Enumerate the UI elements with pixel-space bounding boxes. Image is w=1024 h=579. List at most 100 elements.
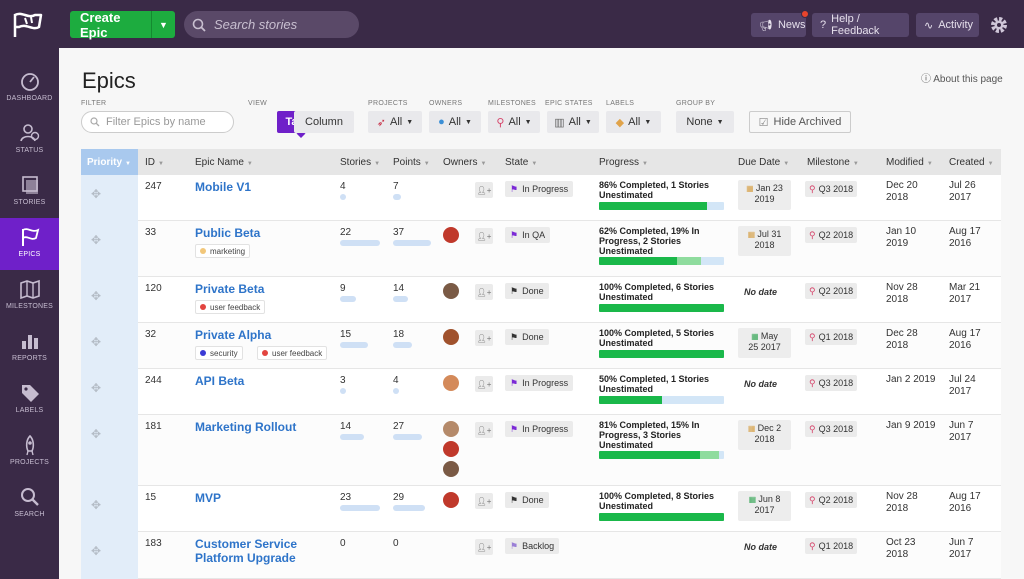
points-column-header[interactable]: Points ▼ (393, 157, 430, 168)
activity-button[interactable]: ∿ Activity (916, 13, 979, 37)
due-date-badge[interactable]: ▦ Jul 31 2018 (738, 226, 791, 256)
milestone-column-header[interactable]: Milestone ▼ (807, 157, 859, 168)
search-stories-input[interactable]: Search stories (184, 11, 359, 38)
state-badge[interactable]: ⚑ Done (505, 329, 549, 345)
stories-column-header[interactable]: Stories ▼ (340, 157, 380, 168)
milestone-badge[interactable]: ⚲ Q1 2018 (805, 329, 858, 345)
label-tag[interactable]: user feedback (257, 346, 328, 360)
sidebar-item-labels[interactable]: LABELS (0, 374, 59, 426)
table-row[interactable]: ✥ 33 Public Beta marketing 22 37 👤︎+ ⚑ In QA 62% … (91, 221, 1001, 277)
sidebar-item-stories[interactable]: STORIES (0, 166, 59, 218)
created-column-header[interactable]: Created ▼ (949, 157, 994, 168)
create-epic-dropdown-icon[interactable]: ▼ (151, 11, 175, 38)
due-date-badge[interactable]: ▦ Jan 23 2019 (738, 180, 791, 210)
table-row[interactable]: ✥ 181 Marketing Rollout 14 27 👤︎+ ⚑ In Progress… (91, 415, 1001, 486)
modified-column-header[interactable]: Modified ▼ (886, 157, 933, 168)
state-column-header[interactable]: State ▼ (505, 157, 537, 168)
epic-states-dropdown[interactable]: ▥ All ▼ (547, 111, 599, 133)
avatar[interactable] (443, 421, 459, 437)
gear-icon[interactable] (988, 14, 1010, 36)
news-button[interactable]: 📢︎ News (751, 10, 809, 37)
milestones-dropdown[interactable]: ⚲ All ▼ (488, 111, 540, 133)
label-tag[interactable]: user feedback (195, 300, 266, 314)
drag-handle-icon[interactable]: ✥ (91, 381, 105, 395)
sidebar-item-milestones[interactable]: MILESTONES (0, 270, 59, 322)
help-feedback-button[interactable]: ? Help / Feedback (812, 13, 909, 37)
epic-name-link[interactable]: API Beta (195, 374, 244, 388)
state-badge[interactable]: ⚑ Done (505, 492, 549, 508)
epic-name-link[interactable]: Marketing Rollout (195, 420, 296, 434)
group-by-dropdown[interactable]: None ▼ (676, 111, 734, 133)
milestone-badge[interactable]: ⚲ Q2 2018 (805, 283, 858, 299)
epic-name-link[interactable]: MVP (195, 491, 221, 505)
table-row[interactable]: ✥ 120 Private Beta user feedback 9 14 👤︎+ ⚑ Done… (91, 277, 1001, 323)
due-date-badge[interactable]: ▦ Jun 8 2017 (738, 491, 791, 521)
add-owner-icon[interactable]: 👤︎+ (475, 539, 493, 555)
state-badge[interactable]: ⚑ In Progress (505, 375, 574, 391)
table-row[interactable]: ✥ 247 Mobile V1 4 7 👤︎+ ⚑ In Progress 86% Comple… (91, 175, 1001, 221)
state-badge[interactable]: ⚑ Backlog (505, 538, 560, 554)
sidebar-item-status[interactable]: STATUS (0, 114, 59, 166)
drag-handle-icon[interactable]: ✥ (91, 187, 105, 201)
state-badge[interactable]: ⚑ In Progress (505, 421, 574, 437)
due-date-badge[interactable]: ▦ May 25 2017 (738, 328, 791, 358)
table-row[interactable]: ✥ 183 Customer Service Platform Upgrade 0 0 👤︎… (91, 532, 1001, 579)
add-owner-icon[interactable]: 👤︎+ (475, 330, 493, 346)
add-owner-icon[interactable]: 👤︎+ (475, 376, 493, 392)
epic-name-link[interactable]: Public Beta (195, 226, 260, 240)
avatar[interactable] (443, 375, 459, 391)
state-badge[interactable]: ⚑ Done (505, 283, 549, 299)
add-owner-icon[interactable]: 👤︎+ (475, 493, 493, 509)
app-logo-icon[interactable] (10, 10, 46, 40)
table-row[interactable]: ✥ 15 MVP 23 29 👤︎+ ⚑ Done 100% Completed, 8 Stor… (91, 486, 1001, 532)
id-column-header[interactable]: ID ▼ (145, 157, 164, 168)
create-epic-button[interactable]: Create Epic ▼ (70, 10, 175, 40)
due-date-column-header[interactable]: Due Date ▼ (738, 157, 789, 168)
drag-handle-icon[interactable]: ✥ (91, 335, 105, 349)
about-page-link[interactable]: ⓘ About this page (921, 70, 1003, 85)
add-owner-icon[interactable]: 👤︎+ (475, 422, 493, 438)
sidebar-item-search[interactable]: SEARCH (0, 478, 59, 530)
drag-handle-icon[interactable]: ✥ (91, 289, 105, 303)
state-badge[interactable]: ⚑ In Progress (505, 181, 574, 197)
avatar[interactable] (443, 492, 459, 508)
filter-epics-input[interactable]: Filter Epics by name (81, 111, 234, 133)
epic-name-link[interactable]: Mobile V1 (195, 180, 251, 194)
label-tag[interactable]: security (195, 346, 243, 360)
progress-column-header[interactable]: Progress ▼ (599, 157, 648, 168)
milestone-badge[interactable]: ⚲ Q2 2018 (805, 227, 858, 243)
labels-dropdown[interactable]: ◆ All ▼ (606, 111, 661, 133)
table-row[interactable]: ✥ 32 Private Alpha security user feedback 15 1… (91, 323, 1001, 369)
drag-handle-icon[interactable]: ✥ (91, 233, 105, 247)
epic-name-link[interactable]: Customer Service Platform Upgrade (195, 537, 297, 565)
state-badge[interactable]: ⚑ In QA (505, 227, 551, 243)
avatar[interactable] (443, 441, 459, 457)
milestone-badge[interactable]: ⚲ Q3 2018 (805, 181, 858, 197)
avatar[interactable] (443, 461, 459, 477)
milestone-badge[interactable]: ⚲ Q1 2018 (805, 538, 858, 554)
view-column-button[interactable]: Column (294, 111, 354, 133)
add-owner-icon[interactable]: 👤︎+ (475, 228, 493, 244)
sidebar-item-epics[interactable]: EPICS (0, 218, 59, 270)
sidebar-item-dashboard[interactable]: DASHBOARD (0, 62, 59, 114)
priority-column-header[interactable]: Priority ▼ (81, 149, 138, 175)
avatar[interactable] (443, 227, 459, 243)
epic-name-link[interactable]: Private Beta (195, 282, 264, 296)
milestone-badge[interactable]: ⚲ Q3 2018 (805, 421, 858, 437)
add-owner-icon[interactable]: 👤︎+ (475, 182, 493, 198)
projects-dropdown[interactable]: ➶ All ▼ (368, 111, 422, 133)
avatar[interactable] (443, 329, 459, 345)
avatar[interactable] (443, 283, 459, 299)
sidebar-item-projects[interactable]: PROJECTS (0, 426, 59, 478)
name-column-header[interactable]: Epic Name ▼ (195, 157, 253, 168)
milestone-badge[interactable]: ⚲ Q2 2018 (805, 492, 858, 508)
table-row[interactable]: ✥ 244 API Beta 3 4 👤︎+ ⚑ In Progress 50% Complet… (91, 369, 1001, 415)
add-owner-icon[interactable]: 👤︎+ (475, 284, 493, 300)
label-tag[interactable]: marketing (195, 244, 251, 258)
owners-column-header[interactable]: Owners ▼ (443, 157, 486, 168)
drag-handle-icon[interactable]: ✥ (91, 544, 105, 558)
hide-archived-button[interactable]: ☑ Hide Archived (749, 111, 851, 133)
due-date-badge[interactable]: ▦ Dec 2 2018 (738, 420, 791, 450)
sidebar-item-reports[interactable]: REPORTS (0, 322, 59, 374)
milestone-badge[interactable]: ⚲ Q3 2018 (805, 375, 858, 391)
